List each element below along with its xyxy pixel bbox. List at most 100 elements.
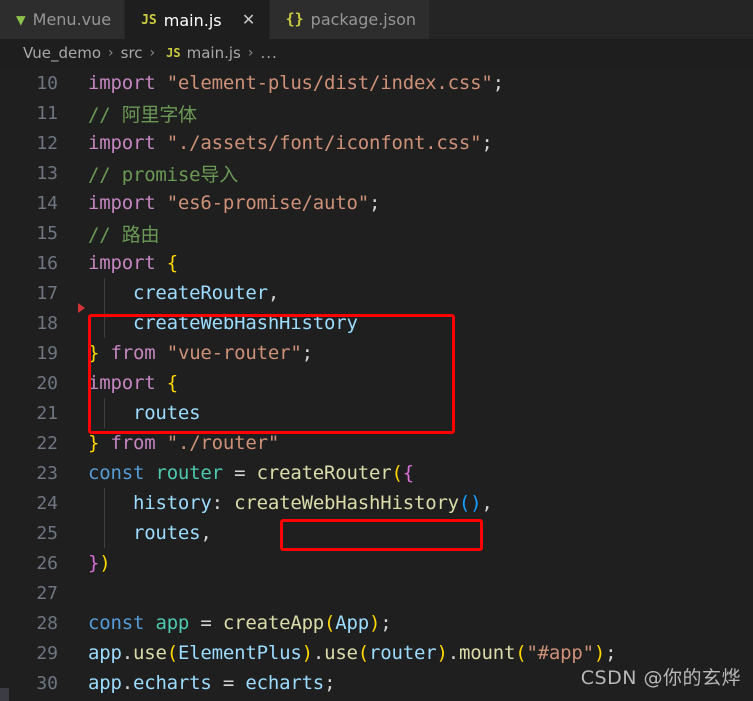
code-line[interactable]: 17 createRouter, [0, 278, 753, 308]
code-line[interactable]: 26}) [0, 548, 753, 578]
chevron-right-icon: › [108, 45, 114, 61]
code-line[interactable]: 12 import "./assets/font/iconfont.css"; [0, 128, 753, 158]
line-number: 24 [36, 492, 58, 514]
code-line[interactable]: 11 // 阿里字体 [0, 98, 753, 128]
line-number: 30 [36, 672, 58, 694]
code-line[interactable]: 22} from "./router" [0, 428, 753, 458]
code-line-text: createWebHashHistory [72, 312, 358, 334]
code-token: import [88, 252, 156, 274]
code-token: { [166, 372, 178, 394]
code-lines-container: 10 import "element-plus/dist/index.css"; 1… [0, 68, 753, 698]
code-token: ( [515, 642, 527, 664]
line-number: 23 [36, 462, 58, 484]
code-line[interactable]: 16 import { [0, 248, 753, 278]
code-line-text: app.use(ElementPlus).use(router).mount("… [72, 642, 617, 664]
chevron-right-icon: › [247, 45, 254, 61]
code-token: // 路由 [88, 223, 160, 246]
line-number: 13 [36, 162, 58, 184]
line-number: 14 [36, 192, 58, 214]
tab-menu-vue[interactable]: ▼ Menu.vue [0, 0, 126, 39]
code-line[interactable]: 15 // 路由 [0, 218, 753, 248]
code-token: . [447, 642, 459, 664]
breadcrumb-item-project[interactable]: Vue_demo [23, 44, 101, 62]
code-token: const [88, 462, 145, 484]
code-editor[interactable]: 10 import "element-plus/dist/index.css"; 1… [0, 67, 753, 701]
code-token: = [211, 672, 246, 694]
code-token: ) [301, 642, 313, 664]
code-token: ; [481, 132, 493, 154]
line-number: 11 [36, 102, 58, 124]
indent-guide [104, 398, 105, 428]
code-line[interactable]: 25 routes, [0, 518, 753, 548]
breadcrumb-item-file[interactable]: main.js [187, 44, 241, 62]
line-number: 12 [36, 132, 58, 154]
code-line-text: // 阿里字体 [72, 100, 197, 127]
code-token: createWebHashHistory [234, 492, 459, 514]
code-token: // promise导入 [88, 163, 238, 186]
code-line[interactable]: 24 history: createWebHashHistory(), [0, 488, 753, 518]
line-number: 25 [36, 522, 58, 544]
code-token: createApp [222, 612, 325, 634]
code-token: ) [436, 642, 448, 664]
code-line[interactable]: 10 import "element-plus/dist/index.css"; [0, 68, 753, 98]
line-number: 16 [36, 252, 58, 274]
code-token: app [155, 612, 190, 634]
code-token: ( [324, 612, 336, 634]
code-token: ( [391, 462, 403, 484]
js-file-icon: JS [141, 12, 157, 28]
breadcrumb: Vue_demo › src › JS main.js › ... [0, 39, 753, 67]
code-token: ) [99, 552, 111, 574]
code-line-text: import "./assets/font/iconfont.css"; [72, 132, 493, 154]
code-line[interactable]: 20 import { [0, 368, 753, 398]
code-line-text: } from "vue-router"; [72, 342, 313, 364]
code-line[interactable]: 14 import "es6-promise/auto"; [0, 188, 753, 218]
tab-label: package.json [310, 10, 417, 29]
code-token: use [132, 642, 167, 664]
code-token: history [132, 492, 212, 514]
code-line[interactable]: 23 const router = createRouter({ [0, 458, 753, 488]
tab-main-js[interactable]: JS main.js ✕ [125, 0, 270, 39]
code-token: "es6-promise/auto" [166, 192, 370, 214]
code-token: router [369, 642, 437, 664]
code-token: echarts [245, 672, 325, 694]
close-icon[interactable]: ✕ [242, 12, 256, 28]
code-token: , [481, 492, 493, 514]
tab-label: Menu.vue [32, 10, 112, 29]
code-line-text: import "es6-promise/auto"; [72, 192, 380, 214]
code-line[interactable]: 27 [0, 578, 753, 608]
code-line-text: // promise导入 [72, 160, 238, 187]
code-token: App [335, 612, 370, 634]
code-token: ( [357, 642, 370, 664]
code-token: createWebHashHistory [88, 312, 358, 334]
indent-guide [104, 278, 105, 308]
editor-scrollbar-left[interactable] [0, 688, 9, 701]
code-token: } [88, 432, 100, 454]
code-line[interactable]: 28 const app = createApp(App); [0, 608, 753, 638]
code-line[interactable]: 18 createWebHashHistory [0, 308, 753, 338]
line-number: 18 [36, 312, 58, 334]
gutter-marker-line-15 [78, 303, 85, 313]
code-token: // 阿里字体 [88, 103, 197, 126]
tab-label: main.js [163, 10, 222, 30]
code-line-text: import { [72, 372, 178, 394]
js-file-icon: JS [166, 46, 181, 60]
indent-guide [104, 488, 105, 518]
code-line[interactable]: 19} from "vue-router"; [0, 338, 753, 368]
code-line-text: import { [72, 252, 178, 274]
code-token: ; [369, 192, 381, 214]
breadcrumb-item-folder[interactable]: src [121, 44, 143, 62]
code-line[interactable]: 13 // promise导入 [0, 158, 753, 188]
code-token: const [88, 612, 145, 634]
code-line[interactable]: 21 routes [0, 398, 753, 428]
line-number: 27 [36, 582, 58, 604]
tab-package-json[interactable]: {} package.json [269, 0, 431, 39]
line-number: 28 [36, 612, 58, 634]
code-token: . [121, 642, 133, 664]
breadcrumb-item-overflow[interactable]: ... [260, 44, 277, 62]
code-token: use [324, 642, 358, 664]
